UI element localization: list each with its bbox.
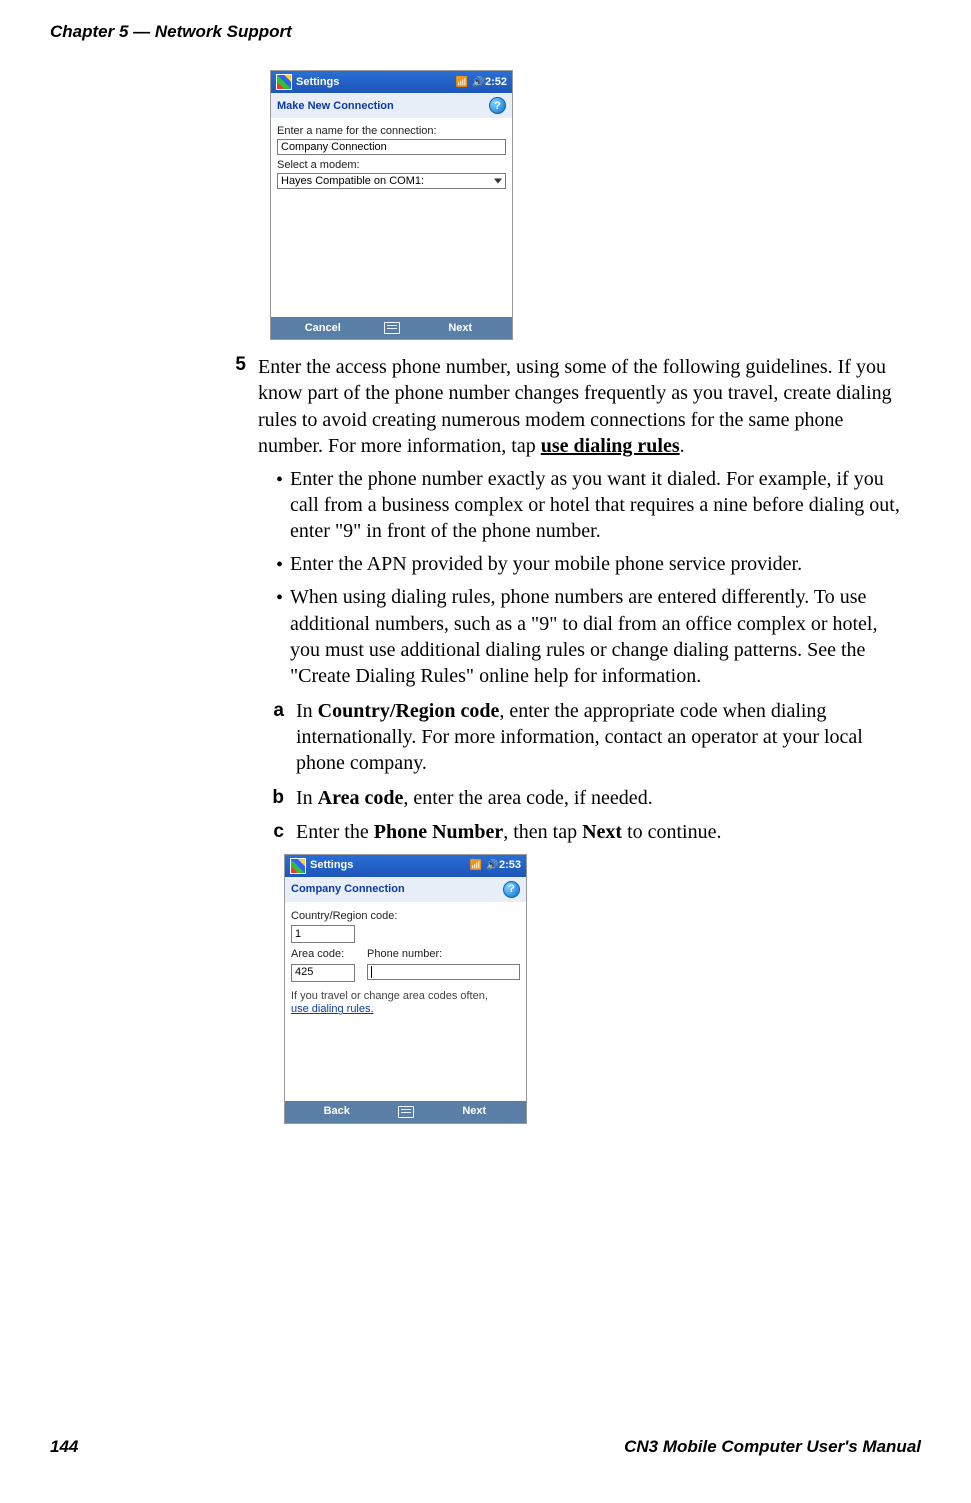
step-text-end: . (680, 435, 685, 457)
screenshot-company-connection: Settings 📶 🔊 2:53 Company Connection ? C… (284, 854, 911, 1124)
page-subtitle-bar: Make New Connection ? (271, 93, 512, 118)
text-cursor (371, 966, 372, 978)
list-item: • Enter the phone number exactly as you … (276, 466, 911, 545)
phone-number-label: Phone number: (367, 947, 520, 962)
modem-select[interactable]: Hayes Compatible on COM1: (277, 173, 506, 189)
page: Chapter 5 — Network Support Settings 📶 🔊… (0, 0, 971, 1503)
bullet-list: • Enter the phone number exactly as you … (258, 466, 911, 690)
phone-number-term: Phone Number (374, 821, 503, 843)
start-flag-icon (290, 858, 306, 874)
connection-name-label: Enter a name for the connection: (277, 125, 506, 137)
list-item: • When using dialing rules, phone number… (276, 584, 911, 690)
page-footer: 144 CN3 Mobile Computer User's Manual (50, 1437, 921, 1457)
dialing-rules-hint: If you travel or change area codes often… (291, 990, 520, 1018)
help-icon[interactable]: ? (489, 97, 506, 114)
substep-a: a In Country/Region code, enter the appr… (258, 698, 911, 777)
form-body: Country/Region code: 1 Area code: 425 Ph… (285, 902, 526, 1101)
softkey-bar: Back Next (285, 1101, 526, 1123)
next-term: Next (582, 821, 622, 843)
area-code-label: Area code: (291, 947, 355, 962)
screenshot-make-new-connection: Settings 📶 🔊 2:52 Make New Connection ? … (270, 70, 911, 340)
country-code-label: Country/Region code: (291, 909, 520, 924)
substep-body: Enter the Phone Number, then tap Next to… (296, 819, 911, 845)
titlebar: Settings 📶 🔊 2:53 (285, 855, 526, 877)
bullet-icon: • (276, 584, 290, 690)
bullet-text: Enter the APN provided by your mobile ph… (290, 551, 911, 578)
hint-text: If you travel or change area codes often… (291, 990, 488, 1002)
page-subtitle: Company Connection (291, 882, 405, 897)
substep-marker: b (258, 785, 296, 811)
phone-number-input[interactable] (367, 964, 520, 980)
text: Enter the (296, 821, 374, 843)
text: , enter the area code, if needed. (403, 787, 652, 809)
page-subtitle-bar: Company Connection ? (285, 877, 526, 902)
running-head: Chapter 5 — Network Support (50, 22, 921, 42)
text: In (296, 787, 318, 809)
next-softkey[interactable]: Next (423, 1104, 527, 1119)
cancel-softkey[interactable]: Cancel (271, 322, 375, 334)
text: , then tap (503, 821, 582, 843)
page-number: 144 (50, 1437, 78, 1457)
help-icon[interactable]: ? (503, 881, 520, 898)
manual-title: CN3 Mobile Computer User's Manual (624, 1437, 921, 1457)
signal-icon: 📶 🔊 (456, 77, 485, 88)
signal-icon: 📶 🔊 (470, 859, 499, 872)
titlebar: Settings 📶 🔊 2:52 (271, 71, 512, 93)
page-subtitle: Make New Connection (277, 100, 394, 112)
softkey-bar: Cancel Next (271, 317, 512, 339)
step-body: Enter the access phone number, using som… (258, 354, 911, 1138)
substep-body: In Country/Region code, enter the approp… (296, 698, 911, 777)
bullet-text: When using dialing rules, phone numbers … (290, 584, 911, 690)
content-column: Settings 📶 🔊 2:52 Make New Connection ? … (220, 70, 911, 1138)
modem-label: Select a modem: (277, 159, 506, 171)
step-marker: 5 (220, 354, 258, 1138)
form-body: Enter a name for the connection: Company… (271, 118, 512, 317)
dialing-rules-link[interactable]: use dialing rules (541, 435, 680, 457)
clock: 2:52 (485, 76, 507, 88)
text: In (296, 700, 318, 722)
app-title: Settings (296, 76, 339, 88)
connection-name-input[interactable]: Company Connection (277, 139, 506, 155)
use-dialing-rules-link[interactable]: use dialing rules. (291, 1003, 374, 1015)
sip-keyboard-icon[interactable] (389, 1106, 423, 1118)
substep-b: b In Area code, enter the area code, if … (258, 785, 911, 811)
bullet-icon: • (276, 466, 290, 545)
clock: 2:53 (499, 858, 521, 873)
substep-marker: a (258, 698, 296, 777)
back-softkey[interactable]: Back (285, 1104, 389, 1119)
bullet-icon: • (276, 551, 290, 578)
device-screen: Settings 📶 🔊 2:53 Company Connection ? C… (284, 854, 527, 1124)
app-title: Settings (310, 858, 353, 873)
country-code-input[interactable]: 1 (291, 925, 355, 943)
list-item: • Enter the APN provided by your mobile … (276, 551, 911, 578)
start-flag-icon (276, 74, 292, 90)
country-code-term: Country/Region code (318, 700, 500, 722)
substep-body: In Area code, enter the area code, if ne… (296, 785, 911, 811)
substep-marker: c (258, 819, 296, 845)
text: to continue. (622, 821, 721, 843)
step-5: 5 Enter the access phone number, using s… (220, 354, 911, 1138)
bullet-text: Enter the phone number exactly as you wa… (290, 466, 911, 545)
substep-c: c Enter the Phone Number, then tap Next … (258, 819, 911, 845)
device-screen: Settings 📶 🔊 2:52 Make New Connection ? … (270, 70, 513, 340)
next-softkey[interactable]: Next (409, 322, 513, 334)
area-code-term: Area code (318, 787, 404, 809)
sip-keyboard-icon[interactable] (375, 322, 409, 334)
area-code-input[interactable]: 425 (291, 964, 355, 982)
